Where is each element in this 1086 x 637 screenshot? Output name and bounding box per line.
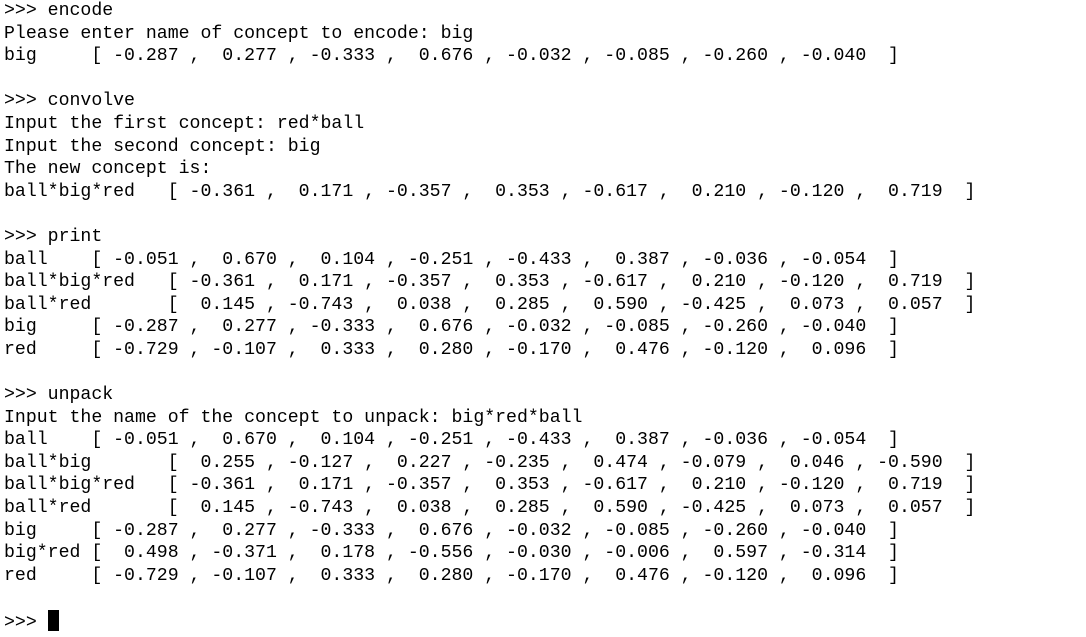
terminal-line: The new concept is: [4, 159, 212, 180]
terminal-line: big*red [ 0.498 , -0.371 , 0.178 , -0.55… [4, 543, 899, 564]
terminal-line: Please enter name of concept to encode: … [4, 23, 474, 44]
terminal-line: ball*big*red [ -0.361 , 0.171 , -0.357 ,… [4, 475, 976, 496]
terminal-line: Input the second concept: big [4, 136, 321, 157]
prompt-line[interactable]: >>> [4, 610, 1082, 633]
terminal-line: Input the first concept: red*ball [4, 113, 365, 134]
terminal-line: red [ -0.729 , -0.107 , 0.333 , 0.280 , … [4, 339, 899, 360]
terminal-line: >>> print [4, 226, 103, 247]
terminal-line: ball*big*red [ -0.361 , 0.171 , -0.357 ,… [4, 272, 976, 293]
terminal-output[interactable]: >>> encode Please enter name of concept t… [4, 0, 1082, 637]
cursor-block [47, 610, 59, 632]
terminal-line: ball*red [ 0.145 , -0.743 , 0.038 , 0.28… [4, 498, 976, 519]
terminal-line: Input the name of the concept to unpack:… [4, 407, 583, 428]
terminal-line: >>> encode [4, 1, 114, 21]
terminal-line: ball*big*red [ -0.361 , 0.171 , -0.357 ,… [4, 181, 976, 202]
terminal-line: big [ -0.287 , 0.277 , -0.333 , 0.676 , … [4, 317, 899, 338]
terminal-line: ball [ -0.051 , 0.670 , 0.104 , -0.251 ,… [4, 249, 899, 270]
terminal-line: big [ -0.287 , 0.277 , -0.333 , 0.676 , … [4, 520, 899, 541]
terminal-line: big [ -0.287 , 0.277 , -0.333 , 0.676 , … [4, 46, 899, 67]
terminal-line: ball*big [ 0.255 , -0.127 , 0.227 , -0.2… [4, 452, 976, 473]
terminal-line: red [ -0.729 , -0.107 , 0.333 , 0.280 , … [4, 565, 899, 586]
terminal-line: ball*red [ 0.145 , -0.743 , 0.038 , 0.28… [4, 294, 976, 315]
terminal-line: ball [ -0.051 , 0.670 , 0.104 , -0.251 ,… [4, 430, 899, 451]
terminal-line: >>> unpack [4, 385, 114, 406]
terminal-line: >>> convolve [4, 91, 135, 112]
prompt: >>> [4, 613, 48, 634]
